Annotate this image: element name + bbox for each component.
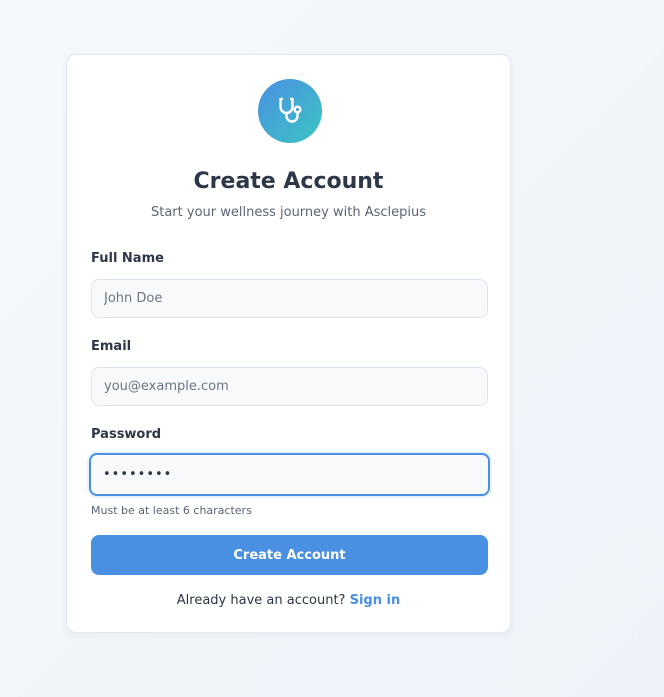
stethoscope-icon — [279, 97, 302, 123]
create-account-button[interactable]: Create Account — [91, 535, 488, 575]
full-name-label: Full Name — [91, 251, 164, 266]
email-label: Email — [91, 339, 132, 354]
password-label: Password — [91, 427, 162, 442]
logo-badge — [258, 79, 322, 143]
password-input[interactable] — [89, 453, 490, 496]
email-input[interactable] — [91, 367, 488, 406]
page-title: Create Account — [193, 169, 384, 194]
password-hint: Must be at least 6 characters — [91, 504, 252, 517]
signin-prompt: Already have an account? Sign in — [67, 592, 510, 610]
signin-prompt-text: Already have an account? — [176, 593, 346, 608]
signup-card: Create Account Start your wellness journ… — [66, 54, 511, 633]
page-subtitle: Start your wellness journey with Asclepi… — [150, 205, 427, 220]
sign-in-link[interactable]: Sign in — [350, 593, 401, 608]
full-name-input[interactable] — [91, 279, 488, 318]
